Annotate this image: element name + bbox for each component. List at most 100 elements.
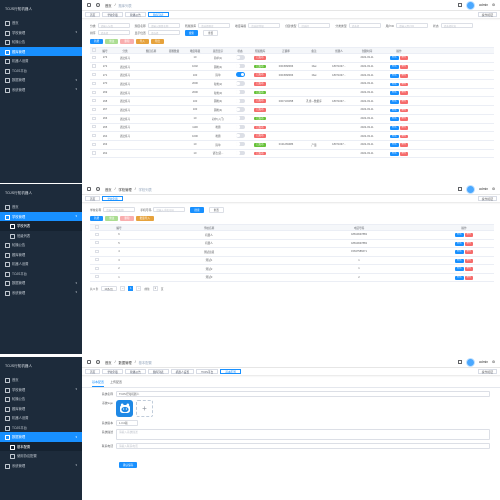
edit-button[interactable]: 修改 — [454, 258, 464, 263]
delete-button[interactable]: 删除 — [399, 82, 409, 87]
fullscreen-icon[interactable] — [458, 3, 463, 7]
sidebar-item[interactable]: 学校管理 ▾ — [0, 28, 82, 38]
delete-button[interactable]: 删除 — [399, 73, 409, 78]
table-row[interactable]: 267 语法练习 100 困难(4) 已发布 2022-03-11 修改 删除 — [90, 106, 494, 115]
visible-toggle[interactable] — [235, 141, 245, 147]
edit-button[interactable]: 修改 — [389, 56, 399, 61]
row-checkbox[interactable] — [92, 55, 96, 59]
settings-icon[interactable]: ⚙ — [492, 3, 495, 7]
next-page-button[interactable]: › — [136, 286, 142, 291]
system-name-input[interactable]: TOJS行知机器人 — [116, 391, 490, 397]
delete-button[interactable]: 删除 — [399, 152, 409, 156]
filter-input[interactable]: 请选择等级 — [248, 23, 281, 28]
goto-page-input[interactable]: 1 — [152, 286, 158, 291]
menu-toggle-icon[interactable] — [87, 187, 91, 191]
row-checkbox[interactable] — [92, 73, 96, 77]
row-checkbox[interactable] — [92, 64, 96, 68]
delete-button[interactable]: 删除 — [464, 241, 474, 246]
filter-input[interactable]: 请输入手机号码 — [153, 207, 186, 213]
filter-input[interactable]: 请输入分类 — [97, 23, 130, 28]
table-row[interactable]: 272 语法练习 1002 困难(4) 已发布 0004568966 libai 180710… — [90, 63, 494, 72]
page-number-button[interactable]: 1 — [128, 286, 134, 291]
delete-button[interactable]: 删除 — [399, 134, 409, 139]
filter-input[interactable]: 请选择 — [298, 23, 331, 28]
sidebar-item[interactable]: 数据管理 ▾ — [0, 278, 82, 288]
row-checkbox[interactable] — [95, 241, 99, 245]
tab-item[interactable]: 学校列表 — [102, 368, 124, 375]
row-checkbox[interactable] — [92, 125, 96, 129]
sidebar-item[interactable]: 轮播公告 — [0, 394, 82, 404]
visible-toggle[interactable] — [235, 133, 245, 138]
sidebar-item[interactable]: 系统管理 ▾ — [0, 288, 82, 298]
user-name[interactable]: admin — [479, 187, 488, 191]
sidebar-item[interactable]: 首页 — [0, 375, 82, 385]
edit-button[interactable]: 修改 — [389, 73, 399, 78]
breadcrumb-home[interactable]: 首页 — [105, 3, 112, 8]
visible-toggle[interactable] — [235, 107, 245, 112]
delete-button[interactable]: 删除 — [464, 275, 474, 280]
prev-page-button[interactable]: ‹ — [120, 286, 126, 291]
toolbar-button[interactable]: 修改 — [105, 38, 119, 44]
row-checkbox[interactable] — [92, 90, 96, 94]
sidebar-item[interactable]: 机器人设置 — [0, 413, 82, 423]
edit-button[interactable]: 修改 — [389, 65, 399, 69]
table-row[interactable]: 273 语法练习 10 简单(1) 已发布 2022-03-11 修改 删除 — [90, 54, 494, 63]
settings-icon[interactable]: ⚙ — [492, 187, 495, 191]
upload-plus-icon[interactable]: + — [136, 400, 153, 417]
menu-toggle-icon[interactable] — [87, 3, 91, 7]
delete-button[interactable]: 删除 — [464, 233, 474, 238]
menu-toggle-icon[interactable] — [87, 360, 91, 364]
toolbar-button[interactable]: 导入 — [135, 38, 149, 44]
toolbar-button[interactable]: 删除 — [120, 38, 134, 44]
sidebar-item[interactable]: 首页 — [0, 18, 82, 28]
delete-button[interactable]: 删除 — [399, 108, 409, 113]
sidebar-item[interactable]: 基本配置 — [0, 441, 82, 451]
search-button[interactable]: 搜索 — [190, 207, 204, 213]
toolbar-button[interactable]: 新增 — [90, 215, 104, 221]
visible-toggle[interactable] — [235, 63, 245, 69]
close-tabs-button[interactable]: 操作按钮 — [477, 195, 497, 202]
select-all-checkbox[interactable] — [92, 48, 96, 52]
toolbar-button[interactable]: 新增 — [90, 38, 104, 44]
toolbar-button[interactable]: 批量导入 — [135, 215, 154, 221]
version-input[interactable]: 1.0.0版 — [116, 420, 138, 426]
delete-button[interactable]: 删除 — [399, 65, 409, 69]
visible-toggle[interactable] — [235, 89, 245, 95]
row-checkbox[interactable] — [92, 142, 96, 146]
tab-basic-config[interactable]: 基本配置 — [92, 380, 105, 387]
tab-item[interactable]: 题库列表 — [147, 368, 169, 375]
table-row[interactable]: 271 语法练习 100 简单 已发布 0004568966 libai 18071037..… — [90, 71, 494, 81]
row-checkbox[interactable] — [95, 232, 99, 236]
sidebar-item[interactable]: 题库管理 — [0, 250, 82, 260]
sidebar-item[interactable]: 首页 — [0, 202, 82, 212]
edit-button[interactable]: 修改 — [389, 134, 399, 139]
refresh-icon[interactable] — [96, 360, 100, 364]
tab-item[interactable]: 学校列表 — [102, 195, 124, 202]
table-row[interactable]: 2 测试2 1 修改 删除 — [90, 265, 494, 274]
sidebar-item[interactable]: 学校管理 ▾ — [0, 211, 82, 221]
delete-button[interactable]: 删除 — [399, 56, 409, 61]
visible-toggle[interactable] — [235, 72, 245, 77]
edit-button[interactable]: 修改 — [389, 152, 399, 156]
table-row[interactable]: 270 语法练习 2000 较难(2) 已发布 2022-03-11 修改 删除 — [90, 80, 494, 89]
user-name[interactable]: admin — [479, 3, 488, 7]
row-checkbox[interactable] — [92, 81, 96, 85]
visible-toggle[interactable] — [235, 81, 245, 86]
avatar[interactable] — [466, 184, 476, 194]
filter-input[interactable]: 请选择题库 — [198, 23, 231, 28]
sidebar-item[interactable]: 使用协议配置 — [0, 451, 82, 461]
edit-button[interactable]: 修改 — [454, 275, 464, 280]
close-tabs-button[interactable]: 操作按钮 — [477, 368, 497, 375]
table-row[interactable]: 264 语法练习 1000 难题 已发布 2022-03-11 修改 删除 — [90, 132, 494, 141]
delete-button[interactable]: 删除 — [464, 258, 474, 263]
filter-input[interactable]: 请输入用户ID — [396, 23, 429, 28]
sidebar-item[interactable]: 数据管理 ▾ — [0, 75, 82, 85]
row-checkbox[interactable] — [92, 133, 96, 138]
search-button[interactable]: 搜索 — [184, 30, 198, 36]
visible-toggle[interactable] — [235, 124, 245, 130]
sidebar-item[interactable]: 班级列表 — [0, 231, 82, 241]
reset-button[interactable]: 重置 — [203, 30, 219, 36]
select-all-checkbox[interactable] — [95, 225, 99, 229]
delete-button[interactable]: 删除 — [464, 267, 474, 272]
delete-button[interactable]: 删除 — [399, 91, 409, 95]
